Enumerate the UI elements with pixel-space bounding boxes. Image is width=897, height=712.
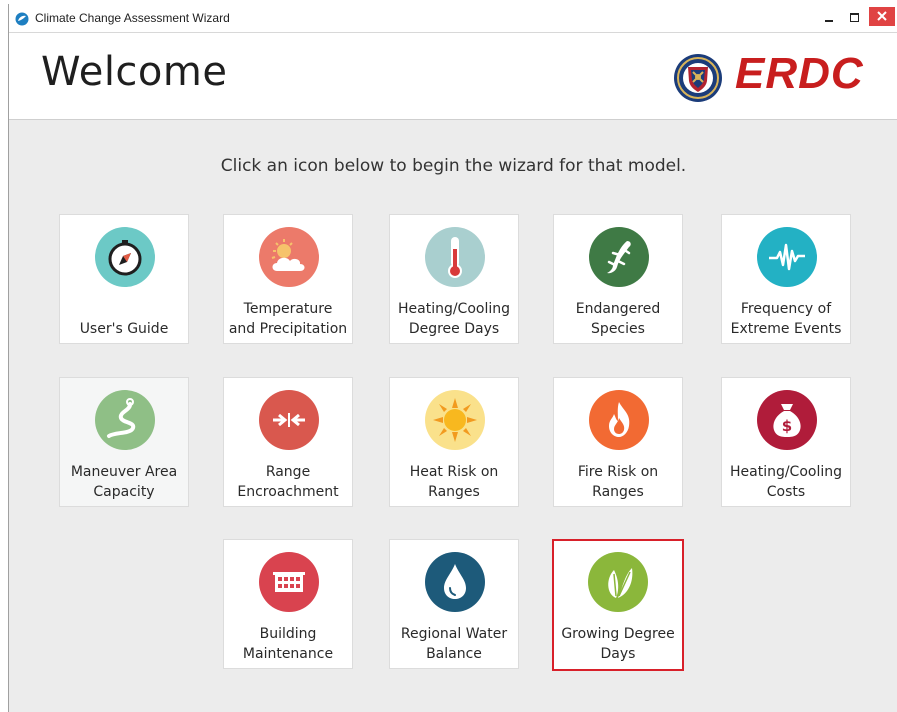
winding-road-icon	[107, 398, 136, 438]
tile-label: Frequency of Extreme Events	[730, 301, 842, 337]
sun-icon	[433, 398, 477, 442]
tile-heating-cooling-costs[interactable]: $ Heating/Cooling Costs	[721, 377, 851, 507]
tile-icon-circle	[425, 227, 485, 287]
tile-label: Heat Risk on Ranges	[409, 464, 499, 500]
minimize-button[interactable]	[817, 4, 841, 30]
thermometer-icon	[448, 237, 462, 278]
tile-icon-circle: $	[757, 390, 817, 450]
money-bag-icon: $	[773, 404, 801, 437]
tile-heat-risk-ranges[interactable]: Heat Risk on Ranges	[389, 377, 519, 507]
tile-fire-risk-ranges[interactable]: Fire Risk on Ranges	[553, 377, 683, 507]
tile-heating-cooling-degree-days[interactable]: Heating/Cooling Degree Days	[389, 214, 519, 344]
arrows-inward-icon	[273, 413, 305, 427]
tile-frequency-extreme-events[interactable]: Frequency of Extreme Events	[721, 214, 851, 344]
army-engineer-seal-logo	[674, 54, 722, 102]
instructions-text: Click an icon below to begin the wizard …	[220, 156, 687, 176]
tile-range-encroachment[interactable]: Range Encroachment	[223, 377, 353, 507]
tile-icon-circle	[259, 552, 319, 612]
close-icon	[877, 11, 887, 21]
tile-temperature-precipitation[interactable]: Temperature and Precipitation	[223, 214, 353, 344]
tile-label: Regional Water Balance	[400, 626, 508, 662]
tile-icon-circle	[757, 227, 817, 287]
tile-label: Heating/Cooling Degree Days	[397, 301, 511, 337]
tile-icon-circle	[259, 390, 319, 450]
tile-label: Building Maintenance	[242, 626, 334, 662]
tile-icon-circle	[259, 227, 319, 287]
tile-icon-circle	[95, 227, 155, 287]
tile-label: Growing Degree Days	[561, 626, 675, 662]
tile-label: Heating/Cooling Costs	[729, 464, 843, 500]
erdc-logo: ERDC	[735, 49, 864, 98]
maximize-button[interactable]	[842, 4, 866, 30]
tile-icon-circle	[589, 227, 649, 287]
water-drop-icon	[444, 564, 466, 599]
lizard-icon	[607, 241, 631, 274]
tile-icon-circle	[589, 390, 649, 450]
tile-label: Maneuver Area Capacity	[70, 464, 178, 500]
tile-building-maintenance[interactable]: Building Maintenance	[223, 539, 353, 669]
sun-cloud-icon	[271, 239, 305, 271]
tile-users-guide[interactable]: User's Guide	[59, 214, 189, 344]
app-icon	[15, 12, 29, 26]
tile-endangered-species[interactable]: Endangered Species	[553, 214, 683, 344]
tile-icon-circle	[588, 552, 648, 612]
window-title: Climate Change Assessment Wizard	[35, 11, 230, 25]
tile-maneuver-area-capacity[interactable]: Maneuver Area Capacity	[59, 377, 189, 507]
tile-label: Endangered Species	[575, 301, 661, 337]
close-button[interactable]	[869, 7, 895, 26]
tile-label: User's Guide	[79, 321, 169, 337]
compass-icon	[108, 240, 142, 276]
tile-icon-circle	[425, 552, 485, 612]
leaf-icon	[608, 568, 633, 598]
tile-label: Range Encroachment	[237, 464, 339, 500]
header: Welcome ERDC	[9, 33, 897, 120]
tile-growing-degree-days[interactable]: Growing Degree Days	[552, 539, 684, 671]
page-title: Welcome	[41, 49, 228, 95]
tile-label: Temperature and Precipitation	[228, 301, 348, 337]
svg-text:$: $	[782, 417, 792, 435]
app-window: Climate Change Assessment Wizard Welcome…	[8, 4, 897, 712]
pulse-icon	[769, 243, 805, 271]
tile-icon-circle	[425, 390, 485, 450]
building-icon	[273, 572, 305, 592]
tile-icon-circle	[95, 390, 155, 450]
tile-label: Fire Risk on Ranges	[577, 464, 659, 500]
tile-regional-water-balance[interactable]: Regional Water Balance	[389, 539, 519, 669]
title-bar[interactable]: Climate Change Assessment Wizard	[9, 4, 897, 33]
flame-icon	[609, 402, 630, 437]
